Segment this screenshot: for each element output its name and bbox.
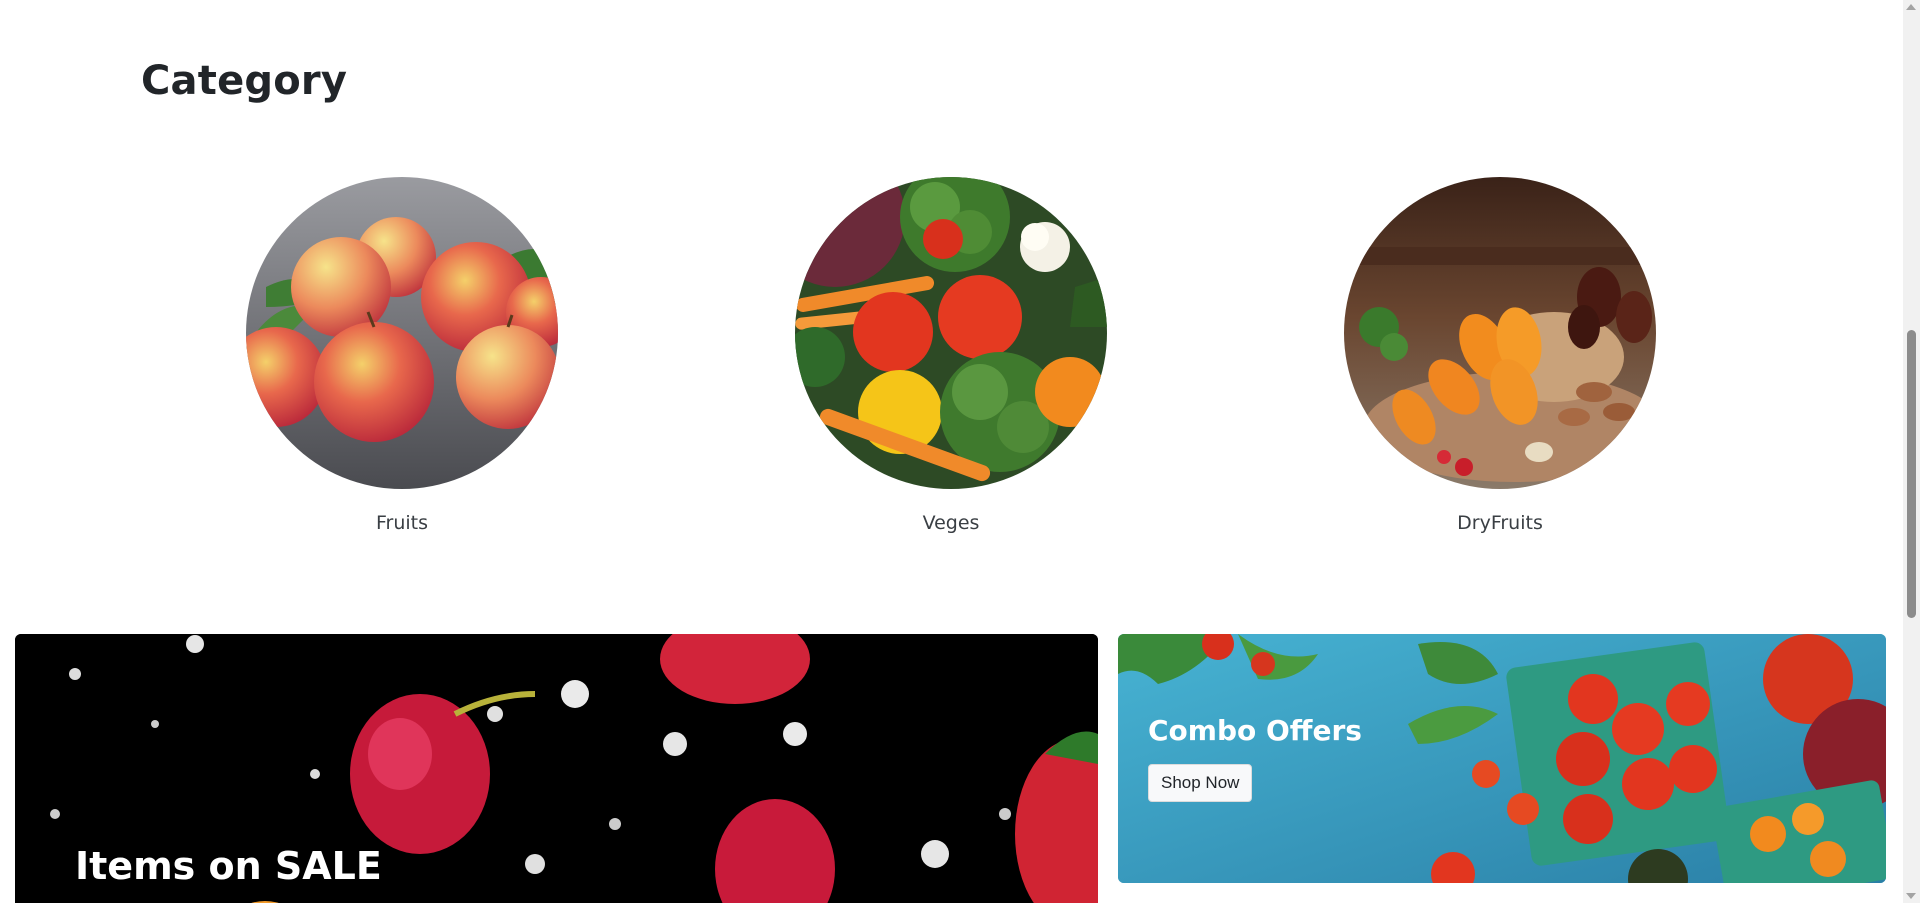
category-list: Fruits Veges DryFruits [0,177,1900,537]
shop-now-button[interactable]: Shop Now [1148,764,1253,802]
sale-banner-title: Items on SALE [75,844,382,888]
fruits-image[interactable] [246,177,558,489]
category-label: DryFruits [1457,512,1543,534]
vertical-scrollbar[interactable] [1903,0,1920,903]
category-item-fruits[interactable]: Fruits [246,177,558,534]
scroll-down-icon[interactable] [1906,893,1916,899]
combo-banner[interactable]: Combo Offers Shop Now [1118,634,1886,883]
combo-banner-image [1118,634,1886,883]
category-label: Fruits [375,512,429,534]
veges-image[interactable] [795,177,1107,489]
sale-banner[interactable]: Items on SALE [15,634,1098,903]
page: Category Fruits Veges DryFruits Items on… [0,0,1920,903]
scroll-up-icon[interactable] [1906,4,1916,10]
scrollbar-thumb[interactable] [1907,330,1916,618]
category-item-veges[interactable]: Veges [795,177,1107,534]
category-label: Veges [922,512,980,534]
dryfruits-image[interactable] [1344,177,1656,489]
combo-banner-title: Combo Offers [1148,714,1362,747]
category-title: Category [141,58,348,104]
category-item-dryfruits[interactable]: DryFruits [1344,177,1656,534]
